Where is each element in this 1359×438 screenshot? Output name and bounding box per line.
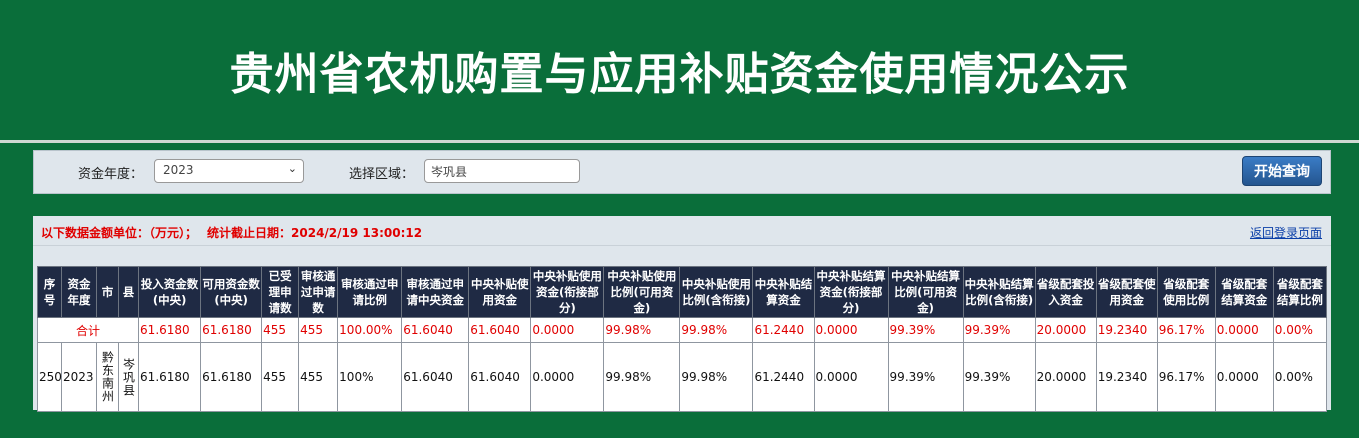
total-row: 合计 61.6180 61.6180 455 455 100.00% 61.6040 61.6… xyxy=(36,317,1328,343)
total-cell: 0.0000 xyxy=(530,317,605,343)
column-header: 投入资金数(中央) xyxy=(138,266,202,318)
column-header: 省级配套使用资金 xyxy=(1095,266,1158,318)
row-year-cell: 2023 xyxy=(61,342,98,412)
page-title: 贵州省农机购置与应用补贴资金使用情况公示 xyxy=(229,49,1130,100)
column-header: 审核通过申请比例 xyxy=(337,266,403,318)
total-cell: 99.98% xyxy=(603,317,681,343)
table-row: 250 2023 黔东南州 岑巩县 61.6180 61.6180 455 455 100% 61… xyxy=(36,342,1328,412)
column-header: 中央补贴结算比例(可用资金) xyxy=(887,266,964,318)
filter-bar: 资金年度： 2023 ⌄ 选择区域： 岑巩县 开始查询 xyxy=(33,150,1331,194)
row-index-cell: 250 xyxy=(36,342,63,412)
unit-note: 以下数据金额单位：（万元）； xyxy=(41,226,198,240)
total-cell: 99.39% xyxy=(887,317,964,343)
column-header: 中央补贴使用比例(含衔接) xyxy=(679,266,754,318)
table-cell: 99.98% xyxy=(603,342,681,412)
total-cell: 61.6180 xyxy=(200,317,263,343)
column-header: 中央补贴结算资金 xyxy=(752,266,815,318)
notice-bar: 以下数据金额单位：（万元）； 统计截止日期：2024/2/19 13:00:12 … xyxy=(33,216,1331,246)
notice-text: 以下数据金额单位：（万元）； 统计截止日期：2024/2/19 13:00:12 xyxy=(41,224,422,241)
year-select-value: 2023 xyxy=(163,163,194,177)
total-cell: 61.6040 xyxy=(468,317,532,343)
table-cell: 99.98% xyxy=(679,342,754,412)
total-cell: 99.98% xyxy=(679,317,754,343)
stat-date: 统计截止日期：2024/2/19 13:00:12 xyxy=(207,226,423,240)
year-label: 资金年度： xyxy=(78,167,144,182)
total-cell: 455 xyxy=(298,317,339,343)
column-header: 中央补贴使用资金(衔接部分) xyxy=(530,266,605,318)
region-label: 选择区域： xyxy=(349,167,415,182)
column-header: 省级配套结算比例 xyxy=(1272,266,1328,318)
table-cell: 0.0000 xyxy=(813,342,889,412)
table-cell: 61.2440 xyxy=(752,342,815,412)
table-cell: 455 xyxy=(261,342,300,412)
year-select[interactable]: 2023 ⌄ xyxy=(154,159,304,183)
table-cell: 61.6180 xyxy=(200,342,263,412)
total-cell: 96.17% xyxy=(1156,317,1216,343)
table-cell: 99.39% xyxy=(962,342,1036,412)
column-header: 省级配套使用比例 xyxy=(1156,266,1216,318)
table-cell: 0.0000 xyxy=(1214,342,1274,412)
total-cell: 0.0000 xyxy=(813,317,889,343)
row-city-cell: 黔东南州 xyxy=(96,342,120,412)
column-header: 中央补贴使用比例(可用资金) xyxy=(603,266,681,318)
table-cell: 0.00% xyxy=(1272,342,1328,412)
column-header: 资金年度 xyxy=(61,266,98,318)
table-cell: 100% xyxy=(337,342,403,412)
table-cell: 99.39% xyxy=(887,342,964,412)
column-header: 省级配套投入资金 xyxy=(1034,266,1097,318)
table-cell: 19.2340 xyxy=(1095,342,1158,412)
total-cell: 61.6180 xyxy=(138,317,202,343)
table-cell: 61.6040 xyxy=(401,342,470,412)
total-cell: 0.00% xyxy=(1272,317,1328,343)
table-cell: 0.0000 xyxy=(530,342,605,412)
total-cell: 61.6040 xyxy=(401,317,470,343)
column-header: 中央补贴结算比例(含衔接) xyxy=(962,266,1036,318)
table-header-row: 序号 资金年度市县投入资金数(中央) 可用资金数(中央) 已受理申请数 审核通过申请数审… xyxy=(36,266,1328,318)
total-cell: 0.0000 xyxy=(1214,317,1274,343)
table-cell: 96.17% xyxy=(1156,342,1216,412)
column-header: 审核通过申请中央资金 xyxy=(401,266,470,318)
header-divider xyxy=(0,140,1359,143)
total-cell: 99.39% xyxy=(962,317,1036,343)
column-header: 审核通过申请数 xyxy=(298,266,339,318)
table-cell: 61.6180 xyxy=(138,342,202,412)
total-cell: 455 xyxy=(261,317,300,343)
back-to-login-link[interactable]: 返回登录页面 xyxy=(1250,224,1322,241)
query-button[interactable]: 开始查询 xyxy=(1242,156,1322,186)
total-cell: 100.00% xyxy=(337,317,403,343)
table-cell: 455 xyxy=(298,342,339,412)
page-header: 贵州省农机购置与应用补贴资金使用情况公示 xyxy=(0,0,1359,140)
column-header: 可用资金数(中央) xyxy=(200,266,263,318)
table-cell: 61.6040 xyxy=(468,342,532,412)
total-cell: 20.0000 xyxy=(1034,317,1097,343)
column-header: 县 xyxy=(118,266,140,318)
column-header: 中央补贴结算资金(衔接部分) xyxy=(813,266,889,318)
column-header: 市 xyxy=(96,266,120,318)
row-county-cell: 岑巩县 xyxy=(118,342,140,412)
results-panel: 以下数据金额单位：（万元）； 统计截止日期：2024/2/19 13:00:12 … xyxy=(33,216,1331,412)
total-label: 合计 xyxy=(36,317,140,343)
total-cell: 61.2440 xyxy=(752,317,815,343)
table-cell: 20.0000 xyxy=(1034,342,1097,412)
column-header: 已受理申请数 xyxy=(261,266,300,318)
chevron-down-icon: ⌄ xyxy=(287,162,297,175)
region-input[interactable]: 岑巩县 xyxy=(424,159,580,183)
column-header: 省级配套结算资金 xyxy=(1214,266,1274,318)
total-cell: 19.2340 xyxy=(1095,317,1158,343)
column-header: 序号 xyxy=(36,266,63,318)
column-header: 中央补贴使用资金 xyxy=(468,266,532,318)
data-table: 序号 资金年度市县投入资金数(中央) 可用资金数(中央) 已受理申请数 审核通过申请数审… xyxy=(36,266,1328,412)
